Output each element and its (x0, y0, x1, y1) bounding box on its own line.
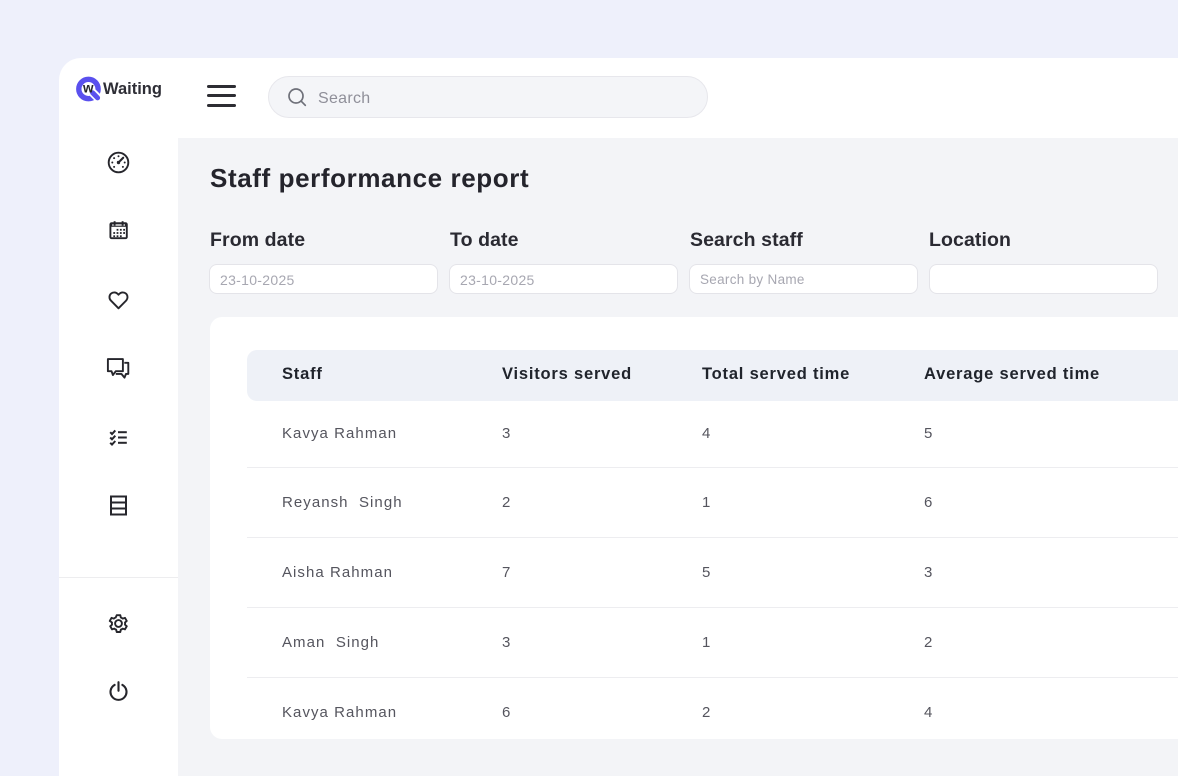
svg-text:w: w (82, 80, 94, 95)
